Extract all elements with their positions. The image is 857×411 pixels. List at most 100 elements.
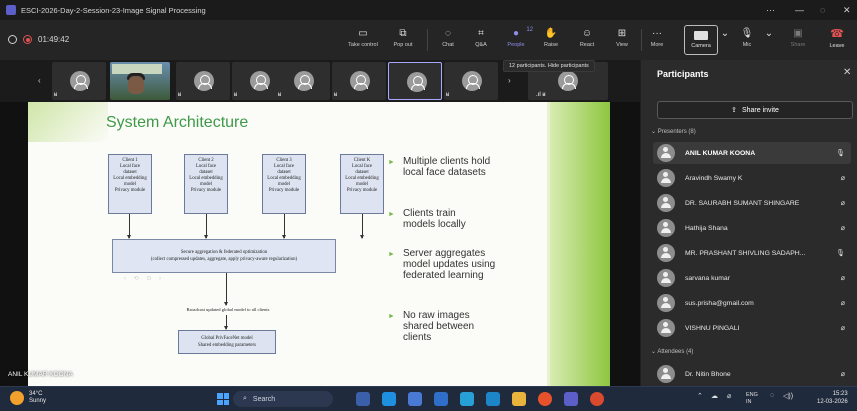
- people-count-badge: 12: [526, 27, 533, 33]
- temperature: 34°C: [29, 391, 43, 397]
- take-control-button[interactable]: ▭ Take control: [343, 25, 383, 57]
- chrome-icon[interactable]: [538, 392, 552, 406]
- language-indicator[interactable]: ENG IN: [746, 392, 758, 406]
- close-icon[interactable]: ✕: [843, 67, 851, 78]
- participant-name: Aravindh Swamy K: [685, 174, 743, 182]
- mic-options-chevron[interactable]: ⌄: [764, 25, 774, 57]
- minimize-button[interactable]: —: [795, 0, 804, 20]
- avatar: [407, 72, 427, 92]
- camera-button[interactable]: Camera: [684, 25, 718, 55]
- participant-name: VISHNU PINGALI: [685, 324, 740, 332]
- chevron-right-icon[interactable]: ›: [508, 76, 511, 85]
- app-icon[interactable]: [434, 392, 448, 406]
- slide-navigation-controls[interactable]: ‹ ⟲ ⊙ ›: [124, 275, 164, 282]
- mail-icon[interactable]: [486, 392, 500, 406]
- view-button[interactable]: ⊞ View: [611, 25, 633, 57]
- app-icon[interactable]: [408, 392, 422, 406]
- taskbar-clock[interactable]: 15:23 12-03-2026: [817, 390, 848, 406]
- participant-row[interactable]: Dr. Nitin Bhone ⌀: [653, 363, 851, 385]
- arrow-connector: [204, 214, 208, 239]
- camera-options-chevron[interactable]: ⌄: [720, 25, 730, 57]
- participant-tile-highlighted[interactable]: [388, 62, 442, 100]
- pop-out-label: Pop out: [393, 42, 413, 48]
- participant-row[interactable]: sus.prisha@gmail.com ⌀: [653, 292, 851, 314]
- participant-row[interactable]: sarvana kumar ⌀: [653, 267, 851, 289]
- teams-icon[interactable]: [564, 392, 578, 406]
- chrome-icon[interactable]: [590, 392, 604, 406]
- more-options-icon[interactable]: ···: [766, 0, 775, 20]
- toolbar-divider: [427, 29, 428, 51]
- windows-start-icon[interactable]: [217, 393, 229, 405]
- participant-tile[interactable]: ʁ: [176, 62, 230, 100]
- presenters-section-header[interactable]: ⌄ Presenters (8): [651, 128, 696, 135]
- network-icon[interactable]: ☁: [711, 392, 718, 400]
- slide-green-sidebar: [550, 102, 610, 386]
- smiley-icon: ☺: [581, 27, 593, 39]
- ellipsis-icon: ···: [652, 27, 662, 39]
- avatar: [657, 144, 675, 162]
- participant-row[interactable]: DR. SAURABH SUMANT SHINGARE ⌀: [653, 192, 851, 214]
- chevron-up-icon[interactable]: ⌃: [697, 392, 703, 400]
- edge-browser-icon[interactable]: [382, 392, 396, 406]
- weather-widget[interactable]: 34°C Sunny: [10, 391, 46, 405]
- search-label: Search: [252, 395, 276, 403]
- signal-icon: .ıl ʁ: [536, 92, 546, 98]
- people-button[interactable]: ● 12 People: [503, 25, 533, 57]
- mic-muted-icon: ʁ: [334, 92, 338, 98]
- clock-date: 12-03-2026: [817, 399, 848, 405]
- chevron-down-icon: ⌄: [764, 27, 774, 39]
- bullet-text: Multiple clients hold local face dataset…: [402, 156, 491, 178]
- wifi-icon[interactable]: ◌: [770, 392, 774, 399]
- task-view-icon[interactable]: [356, 392, 370, 406]
- file-explorer-icon[interactable]: [512, 392, 526, 406]
- participant-video-tile[interactable]: [110, 62, 170, 100]
- restore-button[interactable]: ◌: [820, 0, 825, 20]
- leave-button[interactable]: ☎ Leave: [821, 25, 853, 55]
- participant-row[interactable]: Hathija Shana ⌀: [653, 217, 851, 239]
- meeting-toolbar: 01:49:42 ▭ Take control ⧉ Pop out ◌ Chat…: [0, 20, 857, 60]
- participant-row[interactable]: VISHNU PINGALI ⌀: [653, 317, 851, 339]
- grid-icon: ⊞: [617, 27, 627, 39]
- participant-tile[interactable]: ʁ: [276, 62, 330, 100]
- mic-on-icon: 🎙: [836, 150, 845, 157]
- chevron-left-icon[interactable]: ‹: [38, 76, 41, 85]
- region-code: IN: [746, 399, 752, 405]
- presenters-label: Presenters (8): [657, 129, 696, 135]
- attendees-section-header[interactable]: ⌄ Attendees (4): [651, 348, 693, 355]
- leave-label: Leave: [829, 43, 845, 49]
- slide-bullet: ► Server aggregates model updates using …: [388, 248, 497, 281]
- global-model-line: Global PrivFaceNet model: [201, 336, 253, 341]
- client-line: Privacy module: [268, 188, 300, 193]
- volume-icon[interactable]: ◁)): [783, 392, 793, 400]
- mic-label: Mic: [742, 42, 752, 48]
- mic-muted-icon[interactable]: ⌀: [727, 392, 731, 400]
- global-model-line: Shared embedding parameters: [197, 343, 257, 348]
- participant-tile[interactable]: ʁ: [52, 62, 106, 100]
- participant-row[interactable]: Aravindh Swamy K ⌀: [653, 167, 851, 189]
- taskbar-search[interactable]: ⌕ Search: [233, 391, 333, 407]
- share-button[interactable]: ▣ Share: [786, 25, 810, 57]
- arrow-connector: [282, 214, 286, 239]
- more-button[interactable]: ··· More: [646, 25, 668, 57]
- participants-panel: Participants ✕ ⇪ Share invite ⌄ Presente…: [641, 60, 857, 386]
- participant-name: sus.prisha@gmail.com: [685, 299, 754, 307]
- close-window-button[interactable]: ✕: [843, 0, 851, 20]
- mic-button[interactable]: 🎙 Mic: [736, 25, 758, 57]
- share-invite-button[interactable]: ⇪ Share invite: [657, 101, 853, 119]
- sun-icon: [10, 391, 24, 405]
- participant-row[interactable]: ANIL KUMAR KOONA 🎙: [653, 142, 851, 164]
- participant-tile[interactable]: ʁ: [332, 62, 386, 100]
- avatar: [657, 219, 675, 237]
- react-button[interactable]: ☺ React: [574, 25, 600, 57]
- pop-out-button[interactable]: ⧉ Pop out: [388, 25, 418, 57]
- chat-label: Chat: [442, 42, 454, 48]
- participant-tile[interactable]: ʁ: [444, 62, 498, 100]
- mic-muted-icon: ʁ: [54, 92, 58, 98]
- qa-button[interactable]: ⌗ Q&A: [470, 25, 492, 57]
- participant-row[interactable]: MR. PRASHANT SHIVLING SADAPH... 🎙: [653, 242, 851, 264]
- chat-button[interactable]: ◌ Chat: [437, 25, 459, 57]
- mic-on-icon: 🎙: [836, 250, 845, 257]
- shared-content-stage: System Architecture Client 1 Local face …: [0, 102, 640, 386]
- raise-hand-button[interactable]: ✋ Raise: [540, 25, 562, 57]
- app-icon[interactable]: [460, 392, 474, 406]
